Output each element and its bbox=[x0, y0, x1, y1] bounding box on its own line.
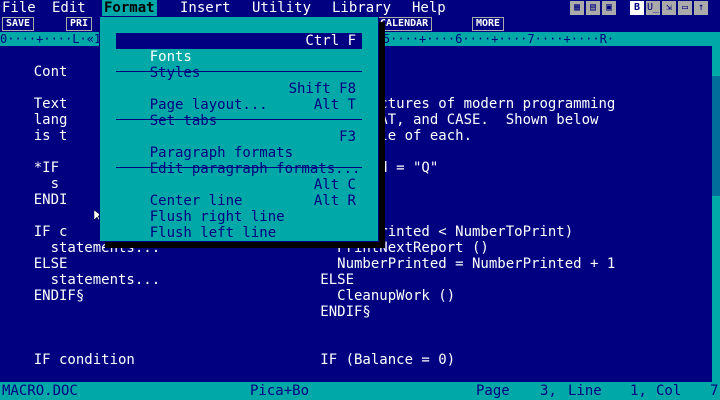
print-button[interactable]: PRI bbox=[66, 17, 93, 31]
underline-icon[interactable]: U̲ bbox=[646, 1, 660, 15]
status-filename: MACRO.DOC bbox=[2, 383, 78, 399]
editor-line: ELSE NumberPrinted = NumberPrinted + 1 bbox=[0, 256, 616, 272]
menu-insert[interactable]: Insert bbox=[178, 0, 233, 16]
editor-line: ENDIF§ bbox=[0, 304, 371, 320]
calendar-button[interactable]: CALENDAR bbox=[376, 17, 433, 31]
status-col-label: Col bbox=[656, 383, 682, 399]
format-menu: Fonts Ctrl F Styles Page layout... Shift… bbox=[99, 16, 379, 242]
menu-item-label: Styles bbox=[149, 65, 201, 81]
menu-item-shortcut: Alt R bbox=[313, 193, 356, 209]
menu-item-set-tabs[interactable]: Set tabs Alt T bbox=[116, 97, 362, 129]
menu-item-shortcut: Alt C bbox=[313, 177, 356, 193]
more-button[interactable]: MORE bbox=[472, 17, 505, 31]
menu-utility[interactable]: Utility bbox=[250, 0, 313, 16]
menu-format[interactable]: Format bbox=[102, 0, 157, 16]
editor-line: Cont bbox=[0, 64, 68, 80]
editor-line: IF condition IF (Balance = 0) bbox=[0, 352, 456, 368]
menu-item-label: Set tabs bbox=[149, 113, 218, 129]
scroll-thumb[interactable] bbox=[712, 76, 720, 196]
menu-item-center-line[interactable]: Center line Alt C bbox=[116, 177, 362, 209]
arrow-up-icon[interactable]: ↑ bbox=[694, 1, 708, 15]
menu-item-shortcut: F3 bbox=[339, 129, 356, 145]
status-line-label: Line bbox=[568, 383, 602, 399]
menu-item-styles[interactable]: Styles bbox=[116, 49, 362, 81]
menu-library[interactable]: Library bbox=[330, 0, 393, 16]
editor-line: ENDIF§ CleanupWork () bbox=[0, 288, 456, 304]
editor-line: statements... PrintNextReport () bbox=[0, 240, 489, 256]
status-bar: MACRO.DOC Pica+Bo Page 3, Line 1, Col 7 bbox=[0, 382, 720, 400]
status-page-label: Page bbox=[476, 383, 510, 399]
menu-separator bbox=[116, 167, 362, 168]
status-font: Pica+Bo bbox=[250, 383, 310, 399]
menu-item-shortcut: Ctrl F bbox=[305, 33, 356, 49]
status-line-value: 1, bbox=[630, 383, 647, 399]
menu-item-paragraph-formats[interactable]: Paragraph formats F3 bbox=[116, 129, 362, 161]
menu-item-fonts[interactable]: Fonts Ctrl F bbox=[116, 33, 362, 65]
vertical-scrollbar[interactable] bbox=[712, 46, 720, 382]
editor-line: statements... ELSE bbox=[0, 272, 355, 288]
status-page-value: 3, bbox=[540, 383, 557, 399]
bold-icon[interactable]: B bbox=[630, 1, 644, 15]
status-col-value: 7 bbox=[710, 383, 719, 399]
menu-help[interactable]: Help bbox=[410, 0, 448, 16]
menu-separator bbox=[116, 71, 362, 72]
save-button[interactable]: SAVE bbox=[2, 17, 35, 31]
menu-separator bbox=[116, 119, 362, 120]
resize-icon[interactable]: ⇲ bbox=[662, 1, 676, 15]
menu-item-flush-right-line[interactable]: Flush right line Alt R bbox=[116, 193, 362, 225]
clipboard-icon[interactable]: ▣ bbox=[602, 1, 616, 15]
menu-item-flush-left-line[interactable]: Flush left line bbox=[116, 209, 362, 241]
grid-icon[interactable]: ▦ bbox=[570, 1, 584, 15]
menu-bar: File Edit Format Insert Utility Library … bbox=[0, 0, 720, 16]
document-icon[interactable]: ▤ bbox=[586, 1, 600, 15]
menu-item-shortcut: Shift F8 bbox=[288, 81, 356, 97]
menu-item-label: Flush left line bbox=[149, 225, 277, 241]
maximize-icon[interactable]: ▭ bbox=[678, 1, 692, 15]
menu-edit[interactable]: Edit bbox=[50, 0, 88, 16]
menu-item-label: Edit paragraph formats... bbox=[149, 161, 361, 177]
menu-item-shortcut: Alt T bbox=[313, 97, 356, 113]
menu-item-page-layout[interactable]: Page layout... Shift F8 bbox=[116, 81, 362, 113]
menu-item-edit-paragraph-formats[interactable]: Edit paragraph formats... bbox=[116, 145, 362, 177]
menu-file[interactable]: File bbox=[0, 0, 38, 16]
